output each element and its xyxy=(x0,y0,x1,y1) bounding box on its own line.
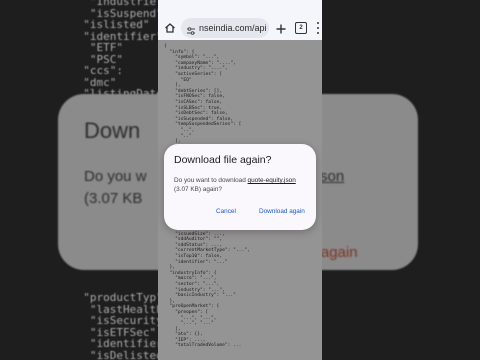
url-text: nseindia.com/api xyxy=(199,23,267,33)
blurred-backdrop-left: "Industrie" "isSuspend" "islisted" "iden… xyxy=(0,0,158,360)
dialog-title: Download file again? xyxy=(174,154,272,166)
blurred-dialog-right: ty.json ad again xyxy=(322,94,418,270)
dialog-body-prefix: Do you want to download xyxy=(174,177,246,184)
blurred-dialog-left: Down Do you w (3.07 KB xyxy=(58,94,158,270)
blurred-dialog-text: Do you w (3.07 KB xyxy=(84,168,147,207)
file-name-link[interactable]: quote-equity.json xyxy=(248,177,296,184)
browser-toolbar: nseindia.com/api 2 xyxy=(158,16,322,40)
address-bar[interactable]: nseindia.com/api xyxy=(181,18,269,38)
cancel-button[interactable]: Cancel xyxy=(216,208,236,215)
phone-screen: nseindia.com/api 2 { "info": { "symbol":… xyxy=(158,0,322,360)
dialog-body-suffix: (3.07 KB) again? xyxy=(174,186,222,193)
site-settings-icon[interactable] xyxy=(186,23,196,35)
plus-icon[interactable] xyxy=(275,22,287,34)
blurred-dialog-link: ty.json xyxy=(322,168,345,185)
blurred-backdrop-right: ty.json ad again xyxy=(322,0,480,360)
more-vert-icon[interactable] xyxy=(316,22,320,34)
home-icon[interactable] xyxy=(163,21,177,35)
dialog-body: Do you want to download quote-equity.jso… xyxy=(174,176,310,194)
blurred-dialog-action: ad again xyxy=(322,244,358,261)
download-again-dialog: Download file again? Do you want to down… xyxy=(164,144,316,230)
download-again-button[interactable]: Download again xyxy=(259,208,305,215)
blurred-dialog-title: Down xyxy=(84,118,141,143)
blurred-json-text: "Industrie" "isSuspend" "islisted" "iden… xyxy=(83,0,158,99)
tabs-icon[interactable]: 2 xyxy=(295,22,307,34)
blurred-json-text-bottom: "productTyp" "lastHealth" "isSecurity" "… xyxy=(83,291,158,360)
